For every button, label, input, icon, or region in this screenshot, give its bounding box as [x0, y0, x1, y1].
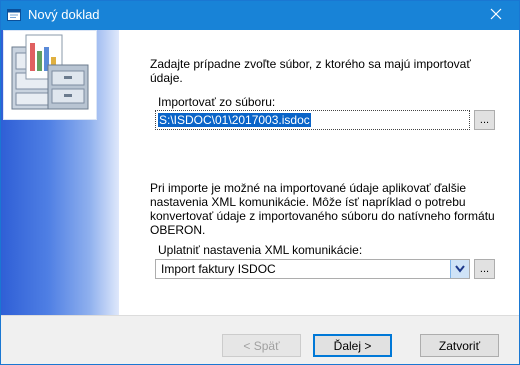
xml-settings-browse-button[interactable]: ...	[474, 259, 495, 279]
back-button[interactable]: < Späť	[222, 334, 301, 357]
info-text-line2: nastavenia XML komunikácie. Môže ísť nap…	[150, 195, 466, 209]
intro-text-line1: Zadajte prípadne zvoľte súbor, z ktorého…	[150, 57, 471, 71]
wizard-illustration	[3, 30, 97, 120]
xml-settings-label: Uplatniť nastavenia XML komunikácie:	[158, 243, 363, 257]
close-dialog-button[interactable]: Zatvoriť	[420, 334, 499, 357]
xml-settings-value: Import faktury ISDOC	[161, 262, 276, 276]
intro-text-line2: údaje.	[150, 71, 183, 85]
info-text-line1: Pri importe je možné na importované údaj…	[150, 181, 467, 195]
xml-settings-select[interactable]: Import faktury ISDOC	[155, 259, 470, 279]
window-icon	[7, 8, 21, 22]
next-button[interactable]: Ďalej >	[313, 334, 392, 357]
import-file-input[interactable]: S:\ISDOC\01\2017003.isdoc	[155, 110, 470, 130]
title-bar: Nový doklad	[1, 1, 519, 30]
import-file-label: Importovať zo súboru:	[158, 95, 276, 109]
wizard-content: Zadajte prípadne zvoľte súbor, z ktorého…	[119, 30, 519, 315]
browse-file-button[interactable]: ...	[474, 110, 495, 130]
button-bar: < Späť Ďalej > Zatvoriť	[1, 315, 519, 364]
close-icon	[490, 8, 502, 23]
wizard-sidebar	[1, 30, 119, 315]
file-cabinet-icon	[11, 34, 89, 110]
window-title: Nový doklad	[28, 7, 100, 22]
chevron-down-icon[interactable]	[450, 260, 469, 278]
dialog-window: Nový doklad Zadajte prípadne zvoľte súbo…	[0, 0, 520, 365]
info-text-line4: OBERON.	[150, 223, 206, 237]
close-button[interactable]	[473, 1, 519, 30]
info-text-line3: konvertovať údaje z importovaného súboru…	[150, 209, 495, 223]
import-file-value: S:\ISDOC\01\2017003.isdoc	[158, 113, 311, 127]
